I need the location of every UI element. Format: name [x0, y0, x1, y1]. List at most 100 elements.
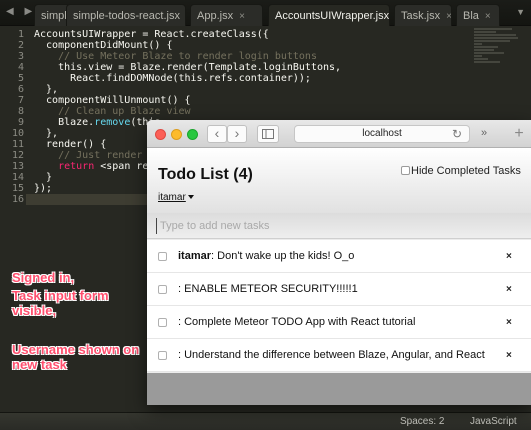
code-text: }, [34, 128, 59, 139]
hide-completed-toggle[interactable]: Hide Completed Tasks [401, 165, 521, 177]
new-task-input[interactable] [156, 218, 456, 234]
delete-task-button[interactable]: × [506, 317, 512, 328]
code-text: this.view = Blaze.render(Template.loginB… [34, 62, 342, 73]
code-line: }, [34, 84, 58, 95]
code-line: // Just render a [34, 150, 154, 161]
code-comment: // Use Meteor Blaze to render login butt… [34, 51, 317, 62]
code-line: // Use Meteor Blaze to render login butt… [34, 51, 317, 62]
delete-task-button[interactable]: × [506, 284, 512, 295]
task-checkbox[interactable] [158, 285, 167, 294]
line-number: 11 [11, 139, 24, 150]
code-line: componentWillUnmount() { [34, 95, 191, 106]
new-tab-button[interactable]: + [507, 124, 531, 144]
tab-task[interactable]: Task.jsx × [394, 4, 452, 26]
hide-completed-checkbox[interactable] [401, 166, 410, 175]
tab-label: simple-todos-react.jsx [73, 10, 180, 22]
tab-accounts-ui-wrapper[interactable]: AccountsUIWrapper.jsx× [268, 4, 390, 26]
code-line: this.view = Blaze.render(Template.loginB… [34, 62, 341, 73]
line-number: 12 [11, 150, 24, 161]
tab-simpl[interactable]: simpl [34, 4, 70, 26]
line-number: 8 [17, 106, 24, 117]
tab-label: AccountsUIWrapper.jsx [275, 10, 390, 22]
more-toolbar-icon[interactable]: » [481, 127, 487, 139]
tab-menu-icon[interactable]: ▼ [516, 7, 525, 17]
syntax-status[interactable]: JavaScript [470, 416, 517, 427]
task-checkbox[interactable] [158, 351, 167, 360]
annotation-username: Username shown on new task [12, 342, 140, 372]
indentation-status[interactable]: Spaces: 2 [400, 416, 444, 427]
code-text: Blaze. [34, 117, 95, 128]
close-icon[interactable]: × [239, 11, 245, 22]
minimap[interactable] [474, 28, 524, 88]
new-task-form [147, 213, 531, 239]
sidebar-toggle-button[interactable] [257, 125, 279, 143]
task-list: itamar: Don't wake up the kids! O_o × : … [147, 240, 531, 372]
close-icon[interactable]: × [485, 11, 491, 22]
code-comment: // Just render a [34, 150, 155, 161]
tab-nav-arrows-icon[interactable]: ◀ ▶ [6, 6, 36, 17]
reload-icon[interactable]: ↻ [452, 126, 462, 142]
hide-completed-label: Hide Completed Tasks [411, 165, 521, 177]
line-number: 7 [17, 95, 24, 106]
code-line: React.findDOMNode(this.refs.container)); [34, 73, 311, 84]
address-bar[interactable]: localhost ↻ [294, 125, 470, 143]
line-number: 3 [17, 51, 24, 62]
zoom-window-button[interactable] [187, 129, 198, 140]
task-item: : ENABLE METEOR SECURITY!!!!!1 × [147, 273, 531, 306]
tab-simple-todos-react[interactable]: simple-todos-react.jsx× [66, 4, 186, 26]
annotation-task-input: Task input form visible, [12, 288, 109, 318]
task-checkbox[interactable] [158, 252, 167, 261]
code-comment: // Clean up Blaze view [34, 106, 191, 117]
task-description: : Understand the difference between Blaz… [178, 349, 485, 361]
tab-label: simpl [41, 10, 67, 22]
tab-label: App.jsx [197, 10, 234, 22]
task-description: : Don't wake up the kids! O_o [211, 250, 355, 262]
task-description: : ENABLE METEOR SECURITY!!!!!1 [178, 283, 358, 295]
line-number: 1 [17, 29, 24, 40]
tab-label: Bla [463, 10, 479, 22]
status-bar: Spaces: 2 JavaScript [0, 412, 531, 430]
line-number: 14 [11, 172, 24, 183]
task-item: itamar: Don't wake up the kids! O_o × [147, 240, 531, 273]
chevron-down-icon [187, 195, 194, 199]
editor-tab-bar: ◀ ▶ simpl simple-todos-react.jsx× App.js… [0, 0, 531, 26]
browser-footer [147, 373, 531, 405]
line-number: 6 [17, 84, 24, 95]
tab-label: Task.jsx [401, 10, 441, 22]
task-text: : Understand the difference between Blaz… [178, 349, 485, 361]
code-line: // Clean up Blaze view [34, 106, 191, 117]
task-description: : Complete Meteor TODO App with React tu… [178, 316, 416, 328]
close-icon[interactable]: × [446, 11, 451, 22]
task-checkbox[interactable] [158, 318, 167, 327]
address-bar-url: localhost [362, 128, 402, 139]
account-dropdown[interactable]: itamar [158, 192, 194, 203]
code-text: }); [34, 183, 53, 194]
task-text: itamar: Don't wake up the kids! O_o [178, 250, 354, 262]
minimize-window-button[interactable] [171, 129, 182, 140]
line-number: 9 [17, 117, 24, 128]
line-number: 2 [17, 40, 24, 51]
tab-app[interactable]: App.jsx × [190, 4, 263, 26]
annotation-signed-in: Signed in, [12, 270, 75, 285]
code-line: render() { [34, 139, 106, 150]
code-line: }, [34, 128, 58, 139]
task-item: : Understand the difference between Blaz… [147, 339, 531, 372]
forward-button[interactable]: › [227, 125, 247, 143]
browser-window: ‹ › localhost ↻ » + Todo List (4) Hide C… [147, 120, 531, 405]
delete-task-button[interactable]: × [506, 350, 512, 361]
line-number: 4 [17, 62, 24, 73]
page-title: Todo List (4) [158, 166, 253, 183]
code-line: componentDidMount() { [34, 40, 172, 51]
tab-blaze[interactable]: Bla × [456, 4, 500, 26]
line-number: 15 [11, 183, 24, 194]
code-line: AccountsUIWrapper = React.createClass({ [34, 29, 269, 40]
username-label: itamar [158, 192, 186, 203]
close-window-button[interactable] [155, 129, 166, 140]
code-text: } [34, 172, 53, 183]
delete-task-button[interactable]: × [506, 251, 512, 262]
line-number: 10 [11, 128, 24, 139]
back-button[interactable]: ‹ [207, 125, 227, 143]
browser-toolbar: ‹ › localhost ↻ » + [147, 120, 531, 148]
task-username: itamar [178, 250, 212, 262]
code-line: return <span ref= [34, 161, 160, 172]
